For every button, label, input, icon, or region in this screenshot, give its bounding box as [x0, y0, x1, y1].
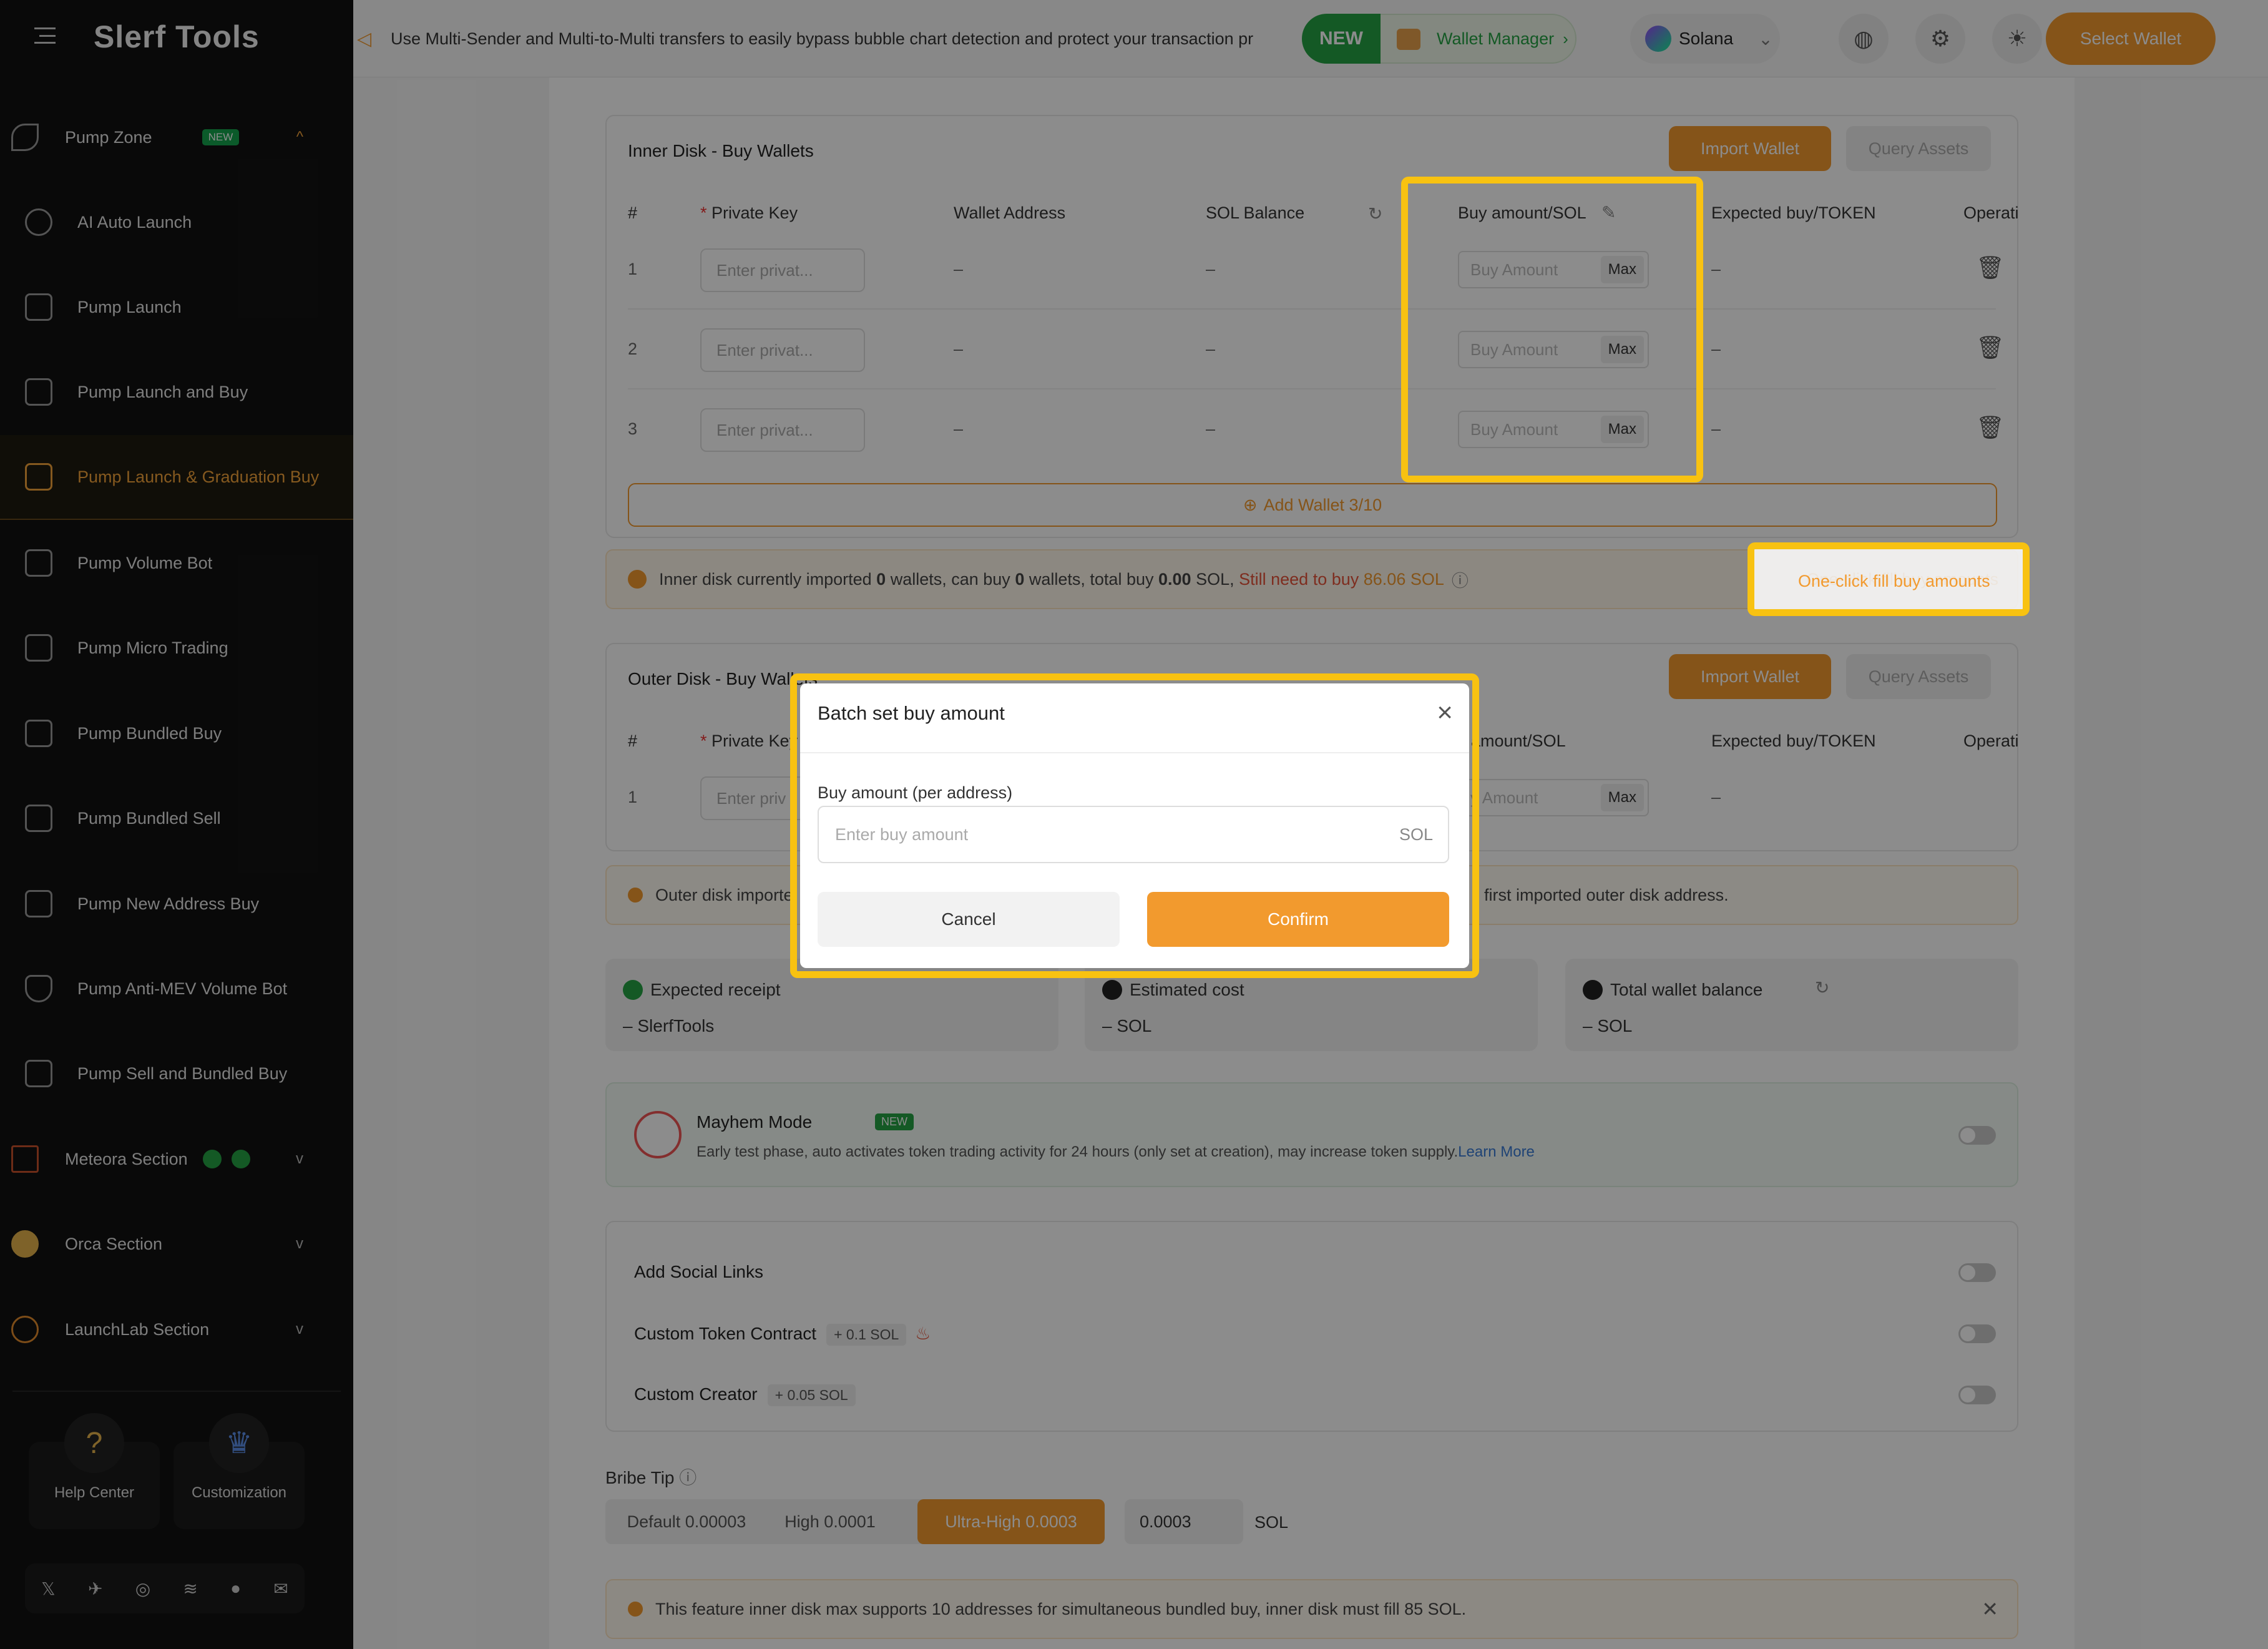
cancel-button[interactable]: Cancel	[818, 892, 1120, 947]
buy-amount-label: Buy amount (per address)	[818, 783, 1013, 802]
unit-label: SOL	[1399, 824, 1433, 844]
modal-divider	[800, 752, 1469, 753]
modal-title: Batch set buy amount	[818, 702, 1005, 724]
buy-amount-column-highlight	[1401, 177, 1703, 482]
one-click-fill-highlight: One-click fill buy amounts	[1747, 542, 2030, 616]
batch-set-buy-amount-modal: Batch set buy amount × Buy amount (per a…	[800, 683, 1469, 968]
buy-amount-input[interactable]: Enter buy amount SOL	[818, 806, 1449, 863]
confirm-button[interactable]: Confirm	[1147, 892, 1449, 947]
buy-amount-placeholder: Enter buy amount	[835, 824, 969, 844]
close-icon[interactable]: ×	[1437, 697, 1453, 728]
one-click-fill-buy-amounts-button[interactable]: One-click fill buy amounts	[1798, 572, 1990, 591]
